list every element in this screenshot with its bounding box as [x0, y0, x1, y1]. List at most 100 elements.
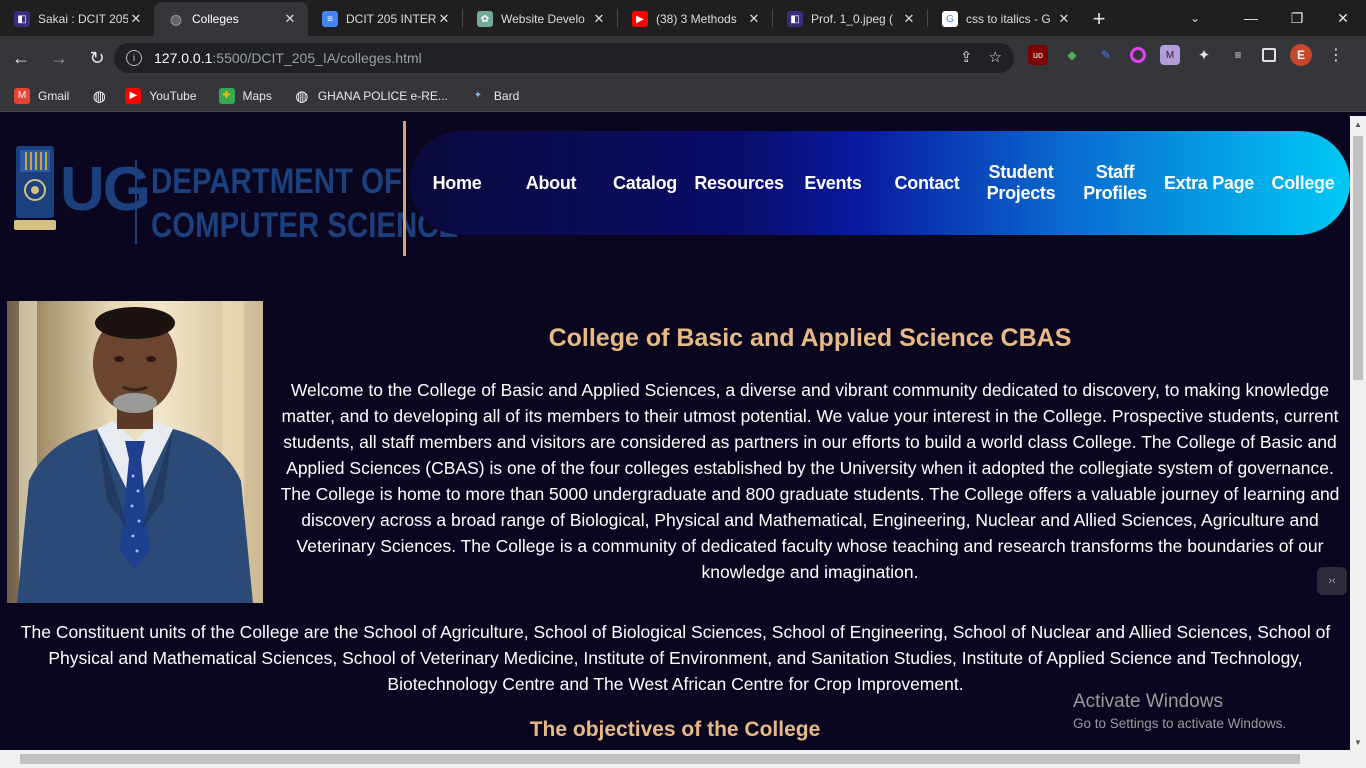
logo-divider: [135, 160, 137, 244]
scroll-thumb[interactable]: [1353, 136, 1363, 380]
ublock-icon[interactable]: uo: [1028, 45, 1048, 65]
tab-close-icon[interactable]: ✕: [436, 11, 452, 27]
chrome-menu-icon[interactable]: ⋮: [1326, 45, 1346, 65]
scroll-up-icon[interactable]: ▲: [1350, 116, 1366, 132]
tab-close-icon[interactable]: ✕: [591, 11, 607, 27]
header-divider: [403, 121, 406, 256]
extension-green-icon[interactable]: ◆: [1062, 45, 1082, 65]
tab-title: DCIT 205 INTER: [346, 12, 436, 26]
tab-close-icon[interactable]: ✕: [128, 11, 144, 27]
tab-4[interactable]: ✿ Website Develo ✕: [463, 2, 617, 36]
sakai-icon: ◧: [14, 11, 30, 27]
vertical-scrollbar[interactable]: ▲ ▼: [1350, 116, 1366, 750]
bookmark-1[interactable]: M Gmail: [14, 87, 70, 104]
reload-icon[interactable]: ↻: [80, 41, 114, 75]
horizontal-scrollbar[interactable]: [0, 750, 1366, 768]
nav-about[interactable]: About: [504, 173, 598, 194]
youtube-icon: ▶: [125, 87, 142, 104]
bookmark-label: Gmail: [38, 88, 70, 103]
tab-close-icon[interactable]: ✕: [746, 11, 762, 27]
tab-1[interactable]: ◧ Sakai : DCIT 205 ✕: [0, 2, 154, 36]
tab-5[interactable]: ▶ (38) 3 Methods ✕: [618, 2, 772, 36]
extension-pen-icon[interactable]: ✎: [1096, 45, 1116, 65]
tab-title: (38) 3 Methods: [656, 12, 737, 26]
man-in-suit-image: [17, 301, 253, 603]
bookmark-3[interactable]: ▶ YouTube: [125, 87, 197, 104]
tab-7[interactable]: Gcss to italics - G ✕: [928, 2, 1082, 36]
nav-extra-page[interactable]: Extra Page: [1162, 173, 1256, 194]
share-icon[interactable]: ⇪: [960, 48, 973, 66]
address-bar[interactable]: i 127.0.0.1 :5500/DCIT_205_IA/colleges.h…: [114, 43, 1014, 73]
bookmark-5[interactable]: ◍ GHANA POLICE e-RE...: [294, 87, 448, 105]
url-host: 127.0.0.1: [154, 50, 213, 66]
extensions-area: uo ◆ ✎ M ✦ ≡ E ⋮: [1028, 44, 1346, 66]
extension-m-icon[interactable]: M: [1160, 45, 1180, 65]
site-info-icon[interactable]: i: [126, 50, 142, 66]
watermark-line-1: Activate Windows: [1073, 691, 1223, 712]
maps-icon: ✚: [218, 87, 235, 104]
nav-resources[interactable]: Resources: [692, 173, 786, 194]
page-content: UG DEPARTMENT OF COMPUTER SCIENCE Home Ab…: [0, 116, 1350, 750]
ug-crest-icon: [14, 146, 56, 230]
minimize-icon[interactable]: —: [1228, 0, 1274, 36]
bookmark-4[interactable]: ✚ Maps: [218, 87, 272, 104]
tab-close-icon[interactable]: ✕: [901, 11, 917, 27]
tab-close-icon[interactable]: ✕: [1056, 11, 1072, 27]
bookmark-6[interactable]: ✦ Bard: [470, 88, 520, 104]
extension-color-icon[interactable]: [1130, 47, 1146, 63]
bookmark-label: Maps: [242, 88, 272, 103]
media-controls-icon[interactable]: ≡: [1228, 45, 1248, 65]
tab-2[interactable]: ◍ Colleges ✕: [154, 2, 308, 36]
tab-close-icon[interactable]: ✕: [282, 11, 298, 27]
sakai-icon: ◧: [787, 11, 803, 27]
restore-icon[interactable]: ❐: [1274, 0, 1320, 36]
windows-activation-watermark: Activate Windows Go to Settings to activ…: [1073, 691, 1286, 731]
tab-3[interactable]: ≡ DCIT 205 INTER ✕: [308, 2, 462, 36]
nav-home[interactable]: Home: [410, 173, 504, 194]
tab-title: css to italics - G: [966, 12, 1051, 26]
constituent-units-paragraph: The Constituent units of the College are…: [20, 622, 1331, 694]
chat-widget-icon[interactable]: ›‹: [1317, 567, 1347, 595]
tab-title: Colleges: [192, 12, 239, 26]
bookmark-label: YouTube: [149, 88, 197, 103]
horizontal-scroll-thumb[interactable]: [20, 754, 1300, 764]
google-icon: G: [942, 11, 958, 27]
close-window-icon[interactable]: ✕: [1320, 0, 1366, 36]
nav-college[interactable]: College: [1256, 173, 1350, 194]
department-logo[interactable]: UG DEPARTMENT OF COMPUTER SCIENCE: [14, 138, 458, 245]
bard-icon: ✦: [473, 90, 483, 101]
globe-icon: ◍: [92, 87, 106, 105]
side-panel-icon[interactable]: [1262, 48, 1276, 62]
provost-photo: [7, 301, 263, 603]
page-title: College of Basic and Applied Science CBA…: [548, 324, 1072, 352]
gmail-icon: M: [14, 87, 30, 104]
bookmark-label: GHANA POLICE e-RE...: [317, 88, 448, 103]
bookmark-label: Bard: [493, 88, 520, 103]
tab-title: Sakai : DCIT 205: [38, 12, 128, 26]
globe-icon: ◍: [169, 10, 183, 27]
bookmark-2[interactable]: ◍: [91, 87, 115, 105]
nav-catalog[interactable]: Catalog: [598, 173, 692, 194]
bookmark-star-icon[interactable]: ☆: [989, 48, 1002, 66]
forward-icon[interactable]: →: [42, 41, 76, 75]
new-tab-button[interactable]: +: [1082, 2, 1116, 36]
profile-avatar[interactable]: E: [1290, 44, 1312, 66]
tab-search-icon[interactable]: ⌄: [1180, 0, 1210, 36]
tab-6[interactable]: ◧ Prof. 1_0.jpeg ( ✕: [773, 2, 927, 36]
nav-student-projects[interactable]: Student Projects: [974, 162, 1068, 204]
back-icon[interactable]: ←: [4, 41, 38, 75]
tab-title: Prof. 1_0.jpeg (: [811, 12, 894, 26]
url-path: :5500/DCIT_205_IA/colleges.html: [212, 50, 422, 66]
scroll-down-icon[interactable]: ▼: [1350, 734, 1366, 750]
docs-icon: ≡: [322, 11, 338, 27]
chatgpt-icon: ✿: [477, 11, 493, 27]
nav-staff-profiles[interactable]: Staff Profiles: [1068, 162, 1162, 204]
nav-events[interactable]: Events: [786, 173, 880, 194]
nav-contact[interactable]: Contact: [880, 173, 974, 194]
college-intro-section: College of Basic and Applied Science CBA…: [275, 324, 1345, 585]
extensions-puzzle-icon[interactable]: ✦: [1194, 45, 1214, 65]
tab-title: Website Develo: [501, 12, 585, 26]
globe-icon: ◍: [295, 87, 309, 105]
window-controls: — ❐ ✕: [1228, 0, 1366, 36]
tab-strip: ◧ Sakai : DCIT 205 ✕ ◍ Colleges ✕ ≡ DCIT 205 IN…: [0, 0, 1366, 36]
